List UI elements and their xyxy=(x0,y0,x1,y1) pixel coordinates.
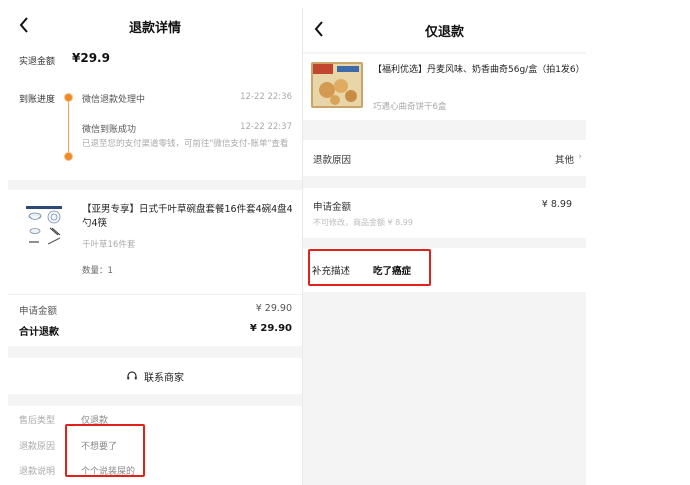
refund-detail-screen: 退款详情 实退金额 ¥29.9 到账进度 微信退款处理中 12-22 22:36… xyxy=(8,8,302,485)
refund-reason-row[interactable]: 退款原因 其他 › xyxy=(303,140,586,176)
apply-amount-row: 申请金额 ¥ 29.90 xyxy=(19,303,292,317)
page-title: 退款详情 xyxy=(128,20,181,36)
nav-bar: 退款详情 xyxy=(8,8,302,44)
timeline-step-text: 微信到账成功 xyxy=(82,125,137,135)
refund-amount-label: 实退金额 xyxy=(19,57,56,67)
product-spec: 千叶草16件套 xyxy=(82,240,136,250)
refund-progress-card: 实退金额 ¥29.9 到账进度 微信退款处理中 12-22 22:36 微信到账… xyxy=(8,44,302,180)
timeline-line xyxy=(68,97,69,155)
refund-amount-value: ¥29.9 xyxy=(72,51,110,65)
timeline-step-time: 12-22 22:37 xyxy=(240,122,292,132)
divider xyxy=(303,238,586,248)
aftersale-info-card: 售后类型 仅退款 退款原因 不想要了 退款说明 个个说装屎的 xyxy=(8,406,302,485)
divider xyxy=(8,346,302,358)
refund-reason-value: 其他 xyxy=(554,155,574,166)
product-name: 【亚男专享】日式千叶草碗盘套餐16件套4碗4盘4勺4筷 xyxy=(82,204,293,229)
apply-amount-label: 申请金额 xyxy=(19,306,58,317)
headset-icon xyxy=(127,371,137,380)
totals-card: 申请金额 ¥ 29.90 合计退款 ¥ 29.90 xyxy=(8,294,302,346)
divider xyxy=(8,394,302,406)
apply-amount-hint: 不可修改，商品金额 ¥ 8.99 xyxy=(313,218,413,227)
product-quantity: 数量：1 xyxy=(82,266,113,276)
product-name: 【福利优选】丹麦风味、奶香曲奇56g/盒（拍1发6） xyxy=(373,65,585,75)
highlight-box xyxy=(308,249,431,286)
progress-label: 到账进度 xyxy=(19,95,56,105)
product-image xyxy=(22,204,66,248)
page-title: 仅退款 xyxy=(424,24,464,40)
back-button[interactable] xyxy=(14,14,34,36)
chevron-left-icon xyxy=(19,17,28,33)
chevron-left-icon xyxy=(314,21,323,37)
timeline-dot xyxy=(64,152,73,161)
timeline-dot xyxy=(64,93,73,102)
page: 退款详情 实退金额 ¥29.9 到账进度 微信退款处理中 12-22 22:36… xyxy=(0,0,690,485)
nav-bar: 仅退款 xyxy=(303,8,586,52)
product-image xyxy=(311,62,363,108)
divider xyxy=(8,180,302,190)
apply-amount-value: ¥ 8.99 xyxy=(541,199,572,210)
divider xyxy=(303,176,586,188)
total-refund-value: ¥ 29.90 xyxy=(249,323,292,334)
timeline-step-time: 12-22 22:36 xyxy=(240,92,292,102)
total-refund-row: 合计退款 ¥ 29.90 xyxy=(19,323,292,338)
total-refund-label: 合计退款 xyxy=(19,327,59,338)
product-spec: 巧遇心曲奇饼干6盒 xyxy=(373,102,447,112)
contact-merchant-label: 联系商家 xyxy=(144,372,184,384)
product-card[interactable]: 【福利优选】丹麦风味、奶香曲奇56g/盒（拍1发6） 巧遇心曲奇饼干6盒 xyxy=(303,54,586,120)
apply-amount-card: 申请金额 ¥ 8.99 不可修改，商品金额 ¥ 8.99 xyxy=(303,188,586,238)
highlight-box xyxy=(65,424,145,477)
product-card[interactable]: 【亚男专享】日式千叶草碗盘套餐16件套4碗4盘4勺4筷 千叶草16件套 数量：1 xyxy=(8,190,302,294)
refund-note: 已退至您的支付渠道零钱，可前往"微信支付-账单"查看 xyxy=(82,139,289,149)
timeline-step-text: 微信退款处理中 xyxy=(82,95,146,105)
refund-only-screen: 仅退款 【福利优选】丹麦风味、奶香曲奇56g/盒（拍1发6） 巧遇心曲奇饼干6盒 xyxy=(303,8,586,485)
back-button[interactable] xyxy=(309,18,329,40)
apply-amount-value: ¥ 29.90 xyxy=(255,303,292,314)
contact-merchant-button[interactable]: 联系商家 xyxy=(8,358,302,394)
apply-amount-label: 申请金额 xyxy=(313,202,352,213)
divider xyxy=(303,120,586,140)
refund-reason-label: 退款原因 xyxy=(313,155,352,166)
chevron-right-icon: › xyxy=(578,152,582,162)
